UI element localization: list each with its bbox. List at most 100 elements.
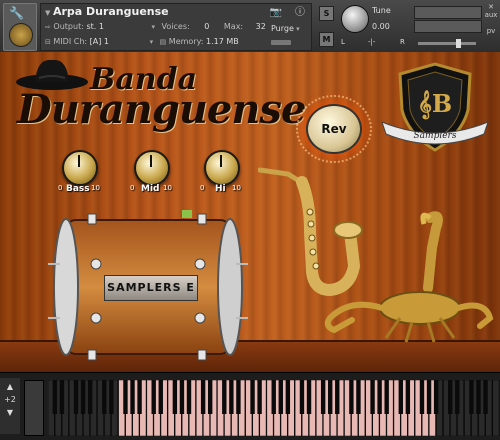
black-key[interactable] <box>278 380 283 414</box>
volume-slider-thumb[interactable] <box>456 39 461 48</box>
volume-slider[interactable] <box>418 42 476 45</box>
wrench-icon[interactable]: 🔧 <box>9 7 24 19</box>
output-value[interactable]: st. 1 <box>86 22 103 31</box>
black-key[interactable] <box>328 380 333 414</box>
voices-value: 0 <box>204 22 210 31</box>
black-key[interactable] <box>80 380 86 414</box>
reverb-button[interactable]: Rev <box>306 104 362 154</box>
midi-label: MIDI Ch: <box>53 37 88 46</box>
black-key[interactable] <box>469 380 474 414</box>
octave-down-icon[interactable]: ▼ <box>0 408 20 417</box>
bass-knob[interactable] <box>62 150 98 186</box>
black-key[interactable] <box>285 380 291 414</box>
hi-max-label: 10 <box>232 184 241 192</box>
black-key[interactable] <box>433 380 439 414</box>
black-key[interactable] <box>222 380 227 414</box>
black-key[interactable] <box>158 380 163 414</box>
mid-knob[interactable] <box>134 150 170 186</box>
black-key[interactable] <box>109 380 114 414</box>
black-key[interactable] <box>426 380 432 414</box>
pan-left-label: L <box>341 38 345 46</box>
black-key[interactable] <box>335 380 340 414</box>
memory-label: Memory: <box>168 37 204 46</box>
output-label: Output: <box>53 22 84 31</box>
max-label: Max: <box>223 22 244 31</box>
tune-label: Tune <box>372 6 391 15</box>
black-key[interactable] <box>73 380 79 414</box>
piano-keyboard[interactable] <box>48 380 500 436</box>
black-key[interactable] <box>151 380 156 414</box>
midi-channel-value[interactable]: [A] 1 <box>90 37 109 46</box>
black-key[interactable] <box>186 380 192 414</box>
output-dropdown-icon[interactable]: ▾ <box>151 23 155 31</box>
black-key[interactable] <box>370 380 375 414</box>
pan-volume-row: L -|- R <box>338 38 480 49</box>
midi-connector-icon: ⊟ <box>45 38 51 46</box>
black-key[interactable] <box>59 380 65 414</box>
instrument-title[interactable]: Arpa Duranguense <box>53 5 169 18</box>
black-key[interactable] <box>229 380 234 414</box>
black-key[interactable] <box>483 380 488 414</box>
collapse-caret-icon[interactable]: ▼ <box>45 9 50 17</box>
black-key[interactable] <box>52 380 58 414</box>
mute-button[interactable]: M <box>319 32 334 47</box>
memory-icon: ▤ <box>159 38 167 46</box>
black-key[interactable] <box>102 380 107 414</box>
bass-label: Bass <box>66 184 90 194</box>
black-key[interactable] <box>172 380 178 414</box>
brand-title-line2: Duranguense <box>17 86 306 133</box>
purge-dropdown-icon[interactable]: ▾ <box>294 25 300 33</box>
octave-up-icon[interactable]: ▲ <box>0 382 20 391</box>
white-key[interactable] <box>492 380 500 436</box>
pv-label[interactable]: pv <box>484 27 498 35</box>
drum-label-plate: SAMPLERS E <box>104 275 198 301</box>
black-key[interactable] <box>200 380 206 414</box>
memory-value: 1.17 MB <box>206 37 239 46</box>
black-key[interactable] <box>299 380 305 414</box>
octave-shift[interactable]: ▲ +2 ▼ <box>0 378 20 434</box>
black-key[interactable] <box>455 380 460 414</box>
black-key[interactable] <box>356 380 361 414</box>
black-key[interactable] <box>398 380 403 414</box>
black-key[interactable] <box>476 380 481 414</box>
midi-dropdown-icon[interactable]: ▾ <box>150 38 154 46</box>
mid-min-label: 0 <box>130 184 135 192</box>
max-voices-value[interactable]: 32 <box>256 22 266 31</box>
black-key[interactable] <box>271 380 276 414</box>
purge-button[interactable]: Purge ▾ <box>271 21 300 36</box>
black-key[interactable] <box>207 380 213 414</box>
black-key[interactable] <box>87 380 93 414</box>
solo-button[interactable]: S <box>319 6 334 21</box>
instrument-badge-icon <box>9 23 33 47</box>
hi-knob[interactable] <box>204 150 240 186</box>
camera-icon[interactable]: 📷 <box>267 6 285 20</box>
black-key[interactable] <box>123 380 128 414</box>
info-icon[interactable]: ⓘ <box>291 6 309 20</box>
instrument-logo-panel[interactable]: 🔧 <box>3 3 37 51</box>
black-key[interactable] <box>250 380 255 414</box>
black-key[interactable] <box>384 380 389 414</box>
bass-max-label: 10 <box>91 184 100 192</box>
black-key[interactable] <box>236 380 241 414</box>
close-icon[interactable]: ✕ <box>484 3 498 11</box>
pan-center-label[interactable]: -|- <box>368 38 375 46</box>
black-key[interactable] <box>320 380 326 414</box>
pitch-wheel[interactable] <box>24 380 44 436</box>
black-key[interactable] <box>130 380 135 414</box>
black-key[interactable] <box>419 380 425 414</box>
aux-label[interactable]: aux <box>484 11 498 19</box>
black-key[interactable] <box>306 380 312 414</box>
black-key[interactable] <box>257 380 262 414</box>
black-key[interactable] <box>377 380 382 414</box>
aux-column: ✕ aux pv <box>484 3 498 35</box>
black-key[interactable] <box>349 380 354 414</box>
tune-knob[interactable] <box>341 5 369 33</box>
black-key[interactable] <box>448 380 453 414</box>
black-key[interactable] <box>405 380 411 414</box>
black-key[interactable] <box>137 380 142 414</box>
black-key[interactable] <box>179 380 185 414</box>
level-meter-left <box>414 6 482 19</box>
tune-value[interactable]: 0.00 <box>372 22 390 31</box>
purge-indicator <box>271 40 291 45</box>
shield-text: Samplers <box>414 131 457 141</box>
